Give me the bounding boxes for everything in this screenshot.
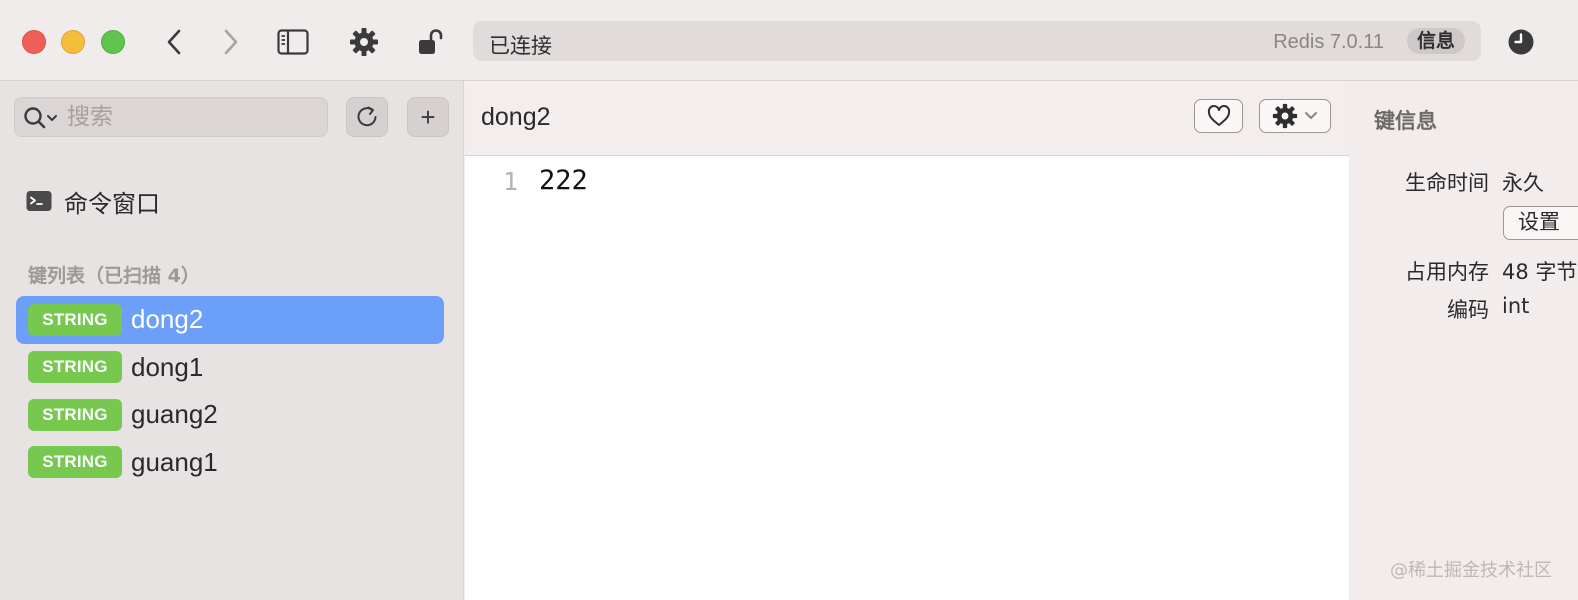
sidebar-toggle-icon [277, 29, 309, 55]
back-button[interactable] [157, 25, 191, 59]
key-info-panel: 键信息 生命时间 永久 设置 占用内存 48 字节 编码 int @稀土掘金技术… [1350, 81, 1578, 600]
value-text[interactable]: 222 [539, 165, 588, 196]
encoding-value: int [1502, 294, 1530, 318]
key-row-dong2[interactable]: STRING dong2 [16, 296, 444, 344]
terminal-icon [26, 191, 52, 211]
memory-label: 占用内存 [1405, 260, 1489, 284]
memory-value: 48 字节 [1502, 260, 1578, 284]
type-badge: STRING [28, 446, 122, 479]
gear-icon [350, 28, 378, 56]
key-info-title: 键信息 [1374, 109, 1437, 133]
key-name: guang1 [131, 446, 218, 477]
key-name: dong1 [131, 351, 204, 382]
sidebar-toggle-button[interactable] [276, 25, 310, 59]
toolbar: 已连接 Redis 7.0.11 信息 [0, 0, 1578, 81]
server-info-button[interactable]: 信息 [1406, 28, 1465, 54]
connection-status: 已连接 [489, 34, 552, 58]
set-ttl-button[interactable]: 设置 [1503, 206, 1578, 240]
connection-address-bar[interactable]: 已连接 Redis 7.0.11 信息 [473, 21, 1481, 61]
history-button[interactable] [1504, 25, 1538, 59]
type-badge: STRING [28, 303, 122, 336]
key-actions-menu[interactable] [1259, 99, 1331, 133]
key-name: dong2 [131, 304, 204, 335]
minimize-window-button[interactable] [61, 30, 85, 54]
clock-icon [1508, 29, 1534, 55]
add-key-button[interactable]: + [407, 97, 449, 137]
line-number: 1 [503, 167, 519, 196]
value-editor[interactable]: 1 222 [465, 157, 1349, 600]
close-window-button[interactable] [22, 30, 46, 54]
command-window-label: 命令窗口 [64, 189, 160, 218]
unlock-icon [419, 29, 443, 54]
type-badge: STRING [28, 398, 122, 431]
settings-button[interactable] [347, 25, 381, 59]
lock-button[interactable] [413, 25, 447, 59]
redis-version: Redis 7.0.11 [1273, 31, 1384, 53]
key-name: guang2 [131, 399, 218, 430]
encoding-label: 编码 [1447, 298, 1489, 322]
key-title: dong2 [481, 103, 551, 131]
gear-icon [1272, 103, 1298, 129]
command-window-item[interactable]: 命令窗口 [26, 183, 160, 219]
key-row-guang1[interactable]: STRING guang1 [16, 439, 444, 487]
type-badge: STRING [28, 351, 122, 384]
forward-icon [224, 29, 238, 55]
refresh-icon [357, 106, 377, 127]
search-icon [24, 107, 57, 129]
zoom-window-button[interactable] [101, 30, 125, 54]
forward-button[interactable] [214, 25, 248, 59]
sidebar: + 命令窗口 键列表（已扫描 4） STRING dong2 STRING do… [0, 81, 464, 600]
key-row-guang2[interactable]: STRING guang2 [16, 391, 444, 439]
search-input[interactable] [67, 103, 317, 131]
back-icon [167, 29, 181, 55]
watermark: @稀土掘金技术社区 [1390, 560, 1552, 581]
favorite-button[interactable] [1194, 99, 1243, 133]
key-list: STRING dong2 STRING dong1 STRING guang2 … [16, 296, 444, 486]
ttl-value: 永久 [1502, 171, 1544, 195]
heart-icon [1207, 105, 1230, 126]
ttl-label: 生命时间 [1405, 171, 1489, 195]
key-row-dong1[interactable]: STRING dong1 [16, 344, 444, 392]
key-detail-header: dong2 [465, 81, 1349, 156]
key-detail-panel: dong2 1 222 [465, 81, 1349, 600]
app-window: 已连接 Redis 7.0.11 信息 + 命令窗口 键列表（已扫描 4） ST… [0, 0, 1578, 600]
search-box[interactable] [14, 97, 328, 137]
chevron-down-icon [1305, 112, 1317, 119]
key-list-title: 键列表（已扫描 4） [28, 265, 200, 287]
refresh-button[interactable] [346, 97, 388, 137]
